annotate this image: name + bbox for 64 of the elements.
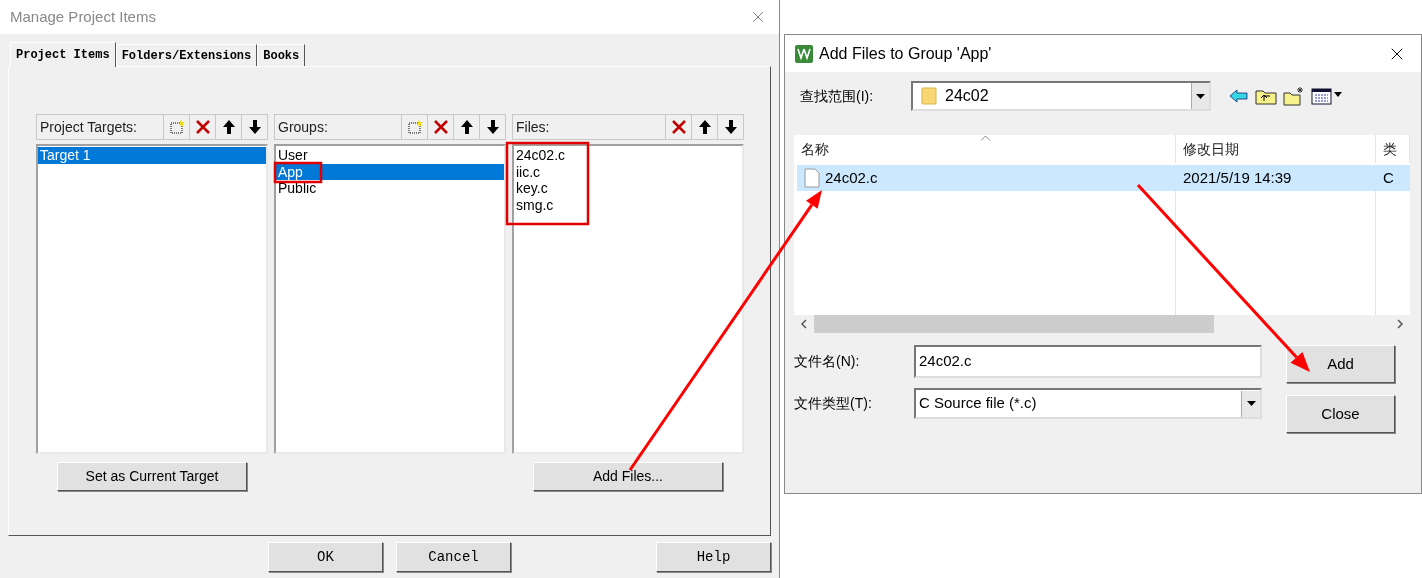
panel-button[interactable]: Add Files...	[533, 461, 723, 491]
list-item[interactable]: 24c02.c	[514, 147, 742, 164]
file-row[interactable]: 24c02.c 2021/5/19 14:39 C	[797, 165, 1410, 191]
panel-label: Groups:	[277, 117, 329, 137]
window-title: Manage Project Items	[10, 6, 157, 27]
window-title: Add Files to Group 'App'	[819, 43, 993, 64]
list-item[interactable]: Target 1	[38, 147, 266, 164]
tab[interactable]: Books	[257, 44, 306, 66]
file-icon	[804, 168, 820, 188]
scrollbar-thumb[interactable]	[814, 315, 1214, 333]
sort-ascending-icon	[980, 135, 991, 141]
list-item[interactable]: iic.c	[514, 163, 742, 180]
folder-up-icon[interactable]	[1255, 87, 1277, 105]
file-type-label: 文件类型(T):	[794, 394, 873, 413]
arrow-down-icon	[723, 119, 738, 135]
list-item[interactable]: smg.c	[514, 196, 742, 213]
look-in-label: 查找范围(I):	[800, 86, 875, 106]
list-item[interactable]: key.c	[514, 180, 742, 197]
look-in-dropdown[interactable]: 24c02	[911, 81, 1211, 111]
dialog-button[interactable]: Add	[1286, 345, 1395, 383]
arrow-up-icon	[221, 119, 236, 135]
dialog-button[interactable]: Close	[1286, 395, 1395, 433]
caret-down-icon	[1246, 401, 1256, 406]
file-name: 24c02.c	[825, 167, 878, 188]
list-item[interactable]: User	[276, 147, 504, 164]
new-item-icon	[168, 119, 185, 135]
arrow-up-icon	[459, 119, 474, 135]
delete-icon	[670, 119, 687, 135]
scroll-left-icon[interactable]	[800, 319, 808, 329]
dialog-button[interactable]: OK	[268, 542, 383, 572]
new-folder-icon[interactable]	[1283, 86, 1305, 106]
dropdown-button[interactable]	[1191, 83, 1209, 109]
folder-icon	[921, 87, 937, 105]
delete-icon	[432, 119, 449, 135]
file-name-label: 文件名(N):	[794, 352, 861, 371]
file-date: 2021/5/19 14:39	[1182, 167, 1293, 188]
panel-label: Project Targets:	[39, 117, 138, 137]
panel-label: Files:	[515, 117, 551, 137]
panel-button[interactable]: Set as Current Target	[57, 461, 247, 491]
file-type: C	[1382, 167, 1394, 188]
column-header[interactable]: 修改日期	[1176, 135, 1376, 163]
tab[interactable]: Folders/Extensions	[115, 44, 258, 66]
file-type-dropdown[interactable]: C Source file (*.c)	[914, 388, 1262, 419]
arrow-down-icon	[247, 119, 262, 135]
look-in-value: 24c02	[945, 86, 990, 106]
scroll-right-icon[interactable]	[1396, 319, 1404, 329]
list-item[interactable]: Public	[276, 180, 504, 197]
view-menu-icon[interactable]	[1311, 87, 1343, 105]
arrow-down-icon	[485, 119, 500, 135]
dialog-button[interactable]: Cancel	[396, 542, 511, 572]
list-item[interactable]: App	[276, 163, 504, 180]
column-header[interactable]: 名称	[794, 135, 1176, 163]
tab[interactable]: Project Items	[10, 42, 116, 67]
back-arrow-icon[interactable]	[1229, 88, 1249, 104]
highlight-box	[273, 161, 323, 184]
app-logo-icon	[795, 44, 813, 63]
delete-icon	[194, 119, 211, 135]
column-header[interactable]: 类	[1376, 135, 1410, 163]
dialog-button[interactable]: Help	[656, 542, 771, 572]
dropdown-button[interactable]	[1241, 390, 1260, 417]
arrow-up-icon	[697, 119, 712, 135]
file-name-field[interactable]: 24c02.c	[914, 345, 1262, 378]
caret-down-icon	[1196, 93, 1205, 99]
new-item-icon	[406, 119, 423, 135]
